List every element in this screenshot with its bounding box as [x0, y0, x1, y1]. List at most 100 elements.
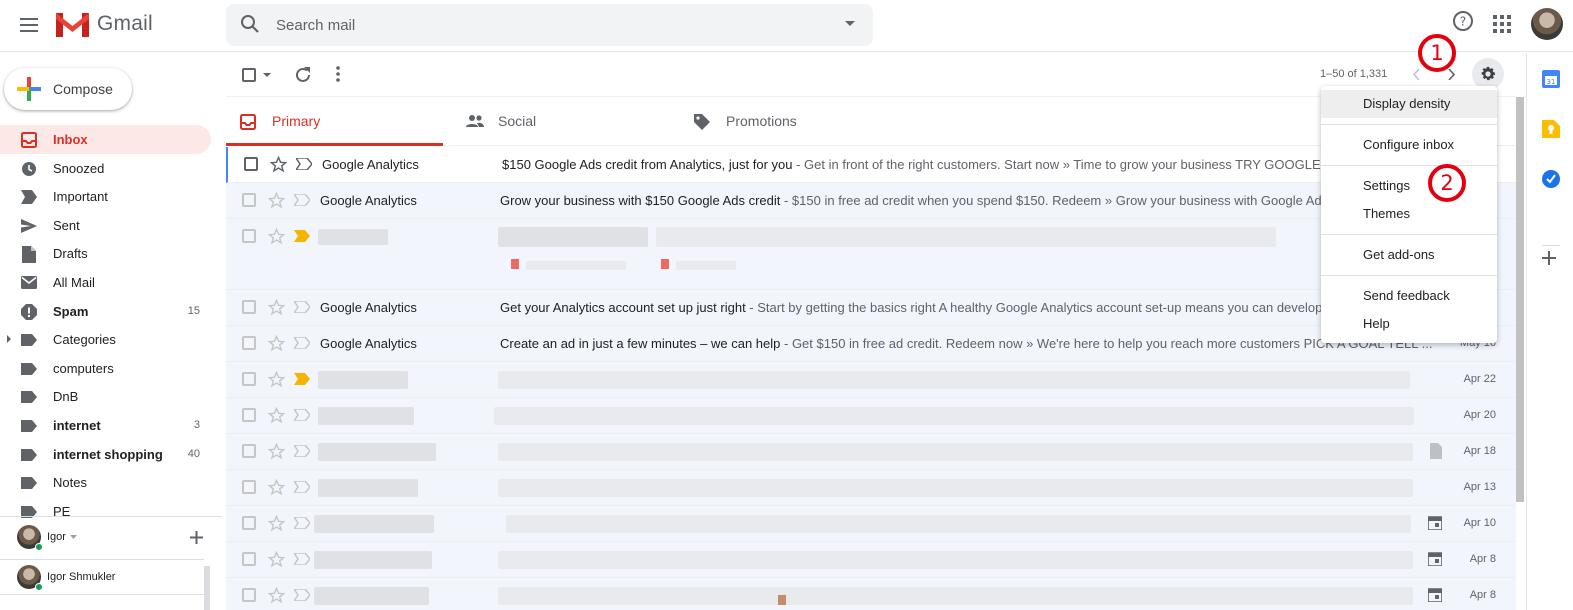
importance-marker-icon[interactable] [294, 445, 310, 457]
sidebar-item-snoozed[interactable]: Snoozed [0, 154, 222, 183]
email-row[interactable]: Apr 13 [226, 470, 1516, 506]
side-panel-divider [1542, 245, 1560, 246]
importance-marker-icon[interactable] [294, 409, 310, 421]
newer-page-icon[interactable] [1413, 69, 1420, 80]
older-page-icon[interactable] [1448, 69, 1455, 80]
add-contact-icon[interactable] [190, 531, 203, 544]
row-checkbox[interactable] [242, 372, 256, 386]
row-checkbox[interactable] [242, 480, 256, 494]
row-checkbox[interactable] [242, 588, 256, 602]
sidebar-item-internet-shopping[interactable]: internet shopping 40 [0, 440, 222, 469]
star-icon[interactable] [268, 192, 285, 209]
search-bar[interactable]: Search mail [226, 4, 873, 46]
star-icon[interactable] [268, 228, 285, 245]
row-checkbox[interactable] [242, 300, 256, 314]
menu-item-send-feedback[interactable]: Send feedback [1321, 282, 1497, 310]
importance-marker-icon[interactable] [296, 158, 312, 170]
tasks-app-icon[interactable] [1542, 170, 1560, 188]
search-options-icon[interactable] [845, 21, 855, 27]
search-input[interactable]: Search mail [276, 17, 355, 34]
sidebar-item-label: Important [53, 189, 108, 205]
sidebar-item-sent[interactable]: Sent [0, 211, 222, 240]
menu-item-help[interactable]: Help [1321, 310, 1497, 338]
email-row[interactable]: Apr 18 [226, 434, 1516, 470]
importance-marker-icon[interactable] [294, 337, 310, 349]
star-icon[interactable] [270, 156, 287, 173]
apps-grid-icon[interactable] [1493, 15, 1511, 33]
row-checkbox[interactable] [242, 193, 256, 207]
importance-marker-icon[interactable] [294, 373, 310, 385]
email-row[interactable]: Apr 8 [226, 578, 1516, 610]
sidebar-item-important[interactable]: Important [0, 182, 222, 211]
compose-button[interactable]: Compose [4, 68, 132, 110]
get-addons-plus-icon[interactable] [1542, 251, 1560, 269]
gmail-logo[interactable]: Gmail [56, 11, 153, 37]
email-row[interactable]: Apr 20 [226, 398, 1516, 434]
sidebar-item-computers[interactable]: computers [0, 354, 222, 383]
search-icon[interactable] [240, 14, 260, 34]
star-icon[interactable] [268, 443, 285, 460]
label-icon [20, 474, 38, 492]
email-list-scrollbar[interactable] [1516, 97, 1524, 502]
main-menu-button[interactable] [12, 8, 46, 42]
row-checkbox[interactable] [242, 408, 256, 422]
tab-social[interactable]: Social [452, 98, 669, 146]
importance-marker-icon[interactable] [294, 301, 310, 313]
importance-marker-icon[interactable] [294, 481, 310, 493]
tab-primary[interactable]: Primary [226, 98, 443, 146]
select-all-checkbox[interactable] [242, 68, 256, 82]
menu-item-configure-inbox[interactable]: Configure inbox [1321, 131, 1497, 159]
keep-app-icon[interactable] [1542, 120, 1560, 138]
row-checkbox[interactable] [242, 229, 256, 243]
importance-marker-icon[interactable] [294, 553, 310, 565]
expand-caret-icon[interactable] [7, 335, 11, 344]
redacted-content [494, 407, 1414, 425]
select-dropdown-icon[interactable] [263, 73, 271, 78]
star-icon[interactable] [268, 299, 285, 316]
sidebar-item-drafts[interactable]: Drafts [0, 239, 222, 268]
email-row[interactable]: Apr 22 [226, 362, 1516, 398]
redacted-attachment [676, 261, 736, 270]
menu-item-display-density[interactable]: Display density [1321, 90, 1497, 118]
row-checkbox[interactable] [244, 157, 258, 171]
row-checkbox[interactable] [242, 516, 256, 530]
star-icon[interactable] [268, 587, 285, 604]
refresh-icon[interactable] [294, 66, 312, 84]
email-subject-text: Get your Analytics account set up just r… [500, 300, 746, 315]
importance-marker-icon[interactable] [294, 194, 310, 206]
star-icon[interactable] [268, 515, 285, 532]
menu-item-themes[interactable]: Themes [1321, 200, 1497, 228]
calendar-app-icon[interactable]: 31 [1542, 70, 1560, 88]
help-icon[interactable]: ? [1452, 10, 1474, 32]
gear-icon [1481, 66, 1496, 81]
hangouts-scrollbar[interactable] [204, 566, 210, 610]
importance-marker-icon[interactable] [294, 517, 310, 529]
more-options-icon[interactable] [336, 66, 340, 82]
sidebar-item-categories[interactable]: Categories [0, 325, 222, 354]
row-checkbox[interactable] [242, 444, 256, 458]
tab-promotions[interactable]: Promotions [680, 98, 897, 146]
sidebar-item-notes[interactable]: Notes [0, 468, 222, 497]
menu-item-settings[interactable]: Settings [1321, 172, 1497, 200]
star-icon[interactable] [268, 479, 285, 496]
email-row[interactable]: Apr 10 [226, 506, 1516, 542]
row-checkbox[interactable] [242, 552, 256, 566]
star-icon[interactable] [268, 407, 285, 424]
email-row[interactable]: Apr 8 [226, 542, 1516, 578]
row-checkbox[interactable] [242, 336, 256, 350]
star-icon[interactable] [268, 551, 285, 568]
importance-marker-icon[interactable] [294, 589, 310, 601]
sidebar-item-spam[interactable]: Spam 15 [0, 297, 222, 326]
hangouts-user[interactable]: Igor [17, 525, 77, 551]
star-icon[interactable] [268, 371, 285, 388]
sidebar-item-internet[interactable]: internet 3 [0, 411, 222, 440]
redacted-sender [318, 479, 418, 497]
importance-marker-icon[interactable] [294, 230, 310, 242]
account-avatar[interactable] [1531, 8, 1563, 40]
hangouts-contact[interactable]: Igor Shmukler [0, 559, 204, 595]
sidebar-item-inbox[interactable]: Inbox [0, 125, 211, 154]
sidebar-item-all-mail[interactable]: All Mail [0, 268, 222, 297]
sidebar-item-dnb[interactable]: DnB [0, 382, 222, 411]
menu-item-get-addons[interactable]: Get add-ons [1321, 241, 1497, 269]
star-icon[interactable] [268, 335, 285, 352]
